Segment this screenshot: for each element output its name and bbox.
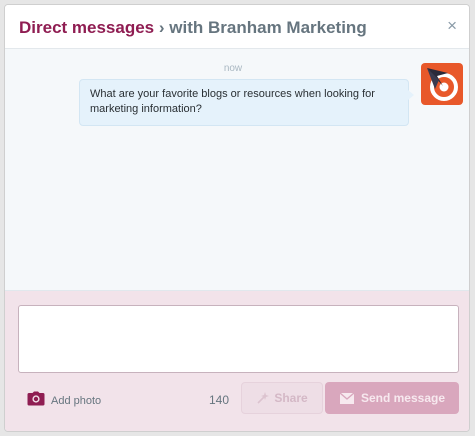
message-timestamp: now <box>223 63 243 74</box>
conversation-pane: now What are your favorite blogs or reso… <box>5 49 469 291</box>
share-label: Share <box>274 391 308 405</box>
send-label: Send message <box>360 391 446 405</box>
add-photo-label: Add photo <box>51 395 102 407</box>
camera-icon <box>27 391 45 411</box>
message-bubble: What are your favorite blogs or resource… <box>79 79 414 126</box>
message-input[interactable] <box>18 305 459 373</box>
envelope-icon <box>339 391 355 405</box>
close-icon[interactable]: × <box>447 17 457 34</box>
avatar[interactable] <box>421 63 463 105</box>
title-separator: › <box>158 18 165 37</box>
share-icon <box>256 391 270 405</box>
char-counter: 140 <box>209 393 230 407</box>
share-button[interactable]: Share <box>241 382 323 414</box>
title-direct-messages[interactable]: Direct messages <box>19 18 154 37</box>
add-photo-button[interactable]: Add photo <box>27 391 101 411</box>
dm-dialog: Direct messages › with Branham Marketing… <box>4 4 470 432</box>
title-recipient: with Branham Marketing <box>169 18 367 37</box>
branham-marketing-logo <box>421 63 463 105</box>
compose-area: Add photo 140 Share Send message <box>5 291 469 431</box>
send-message-button[interactable]: Send message <box>325 382 459 414</box>
dialog-header: Direct messages › with Branham Marketing… <box>5 5 469 49</box>
dialog-title: Direct messages › with Branham Marketing <box>19 18 367 38</box>
